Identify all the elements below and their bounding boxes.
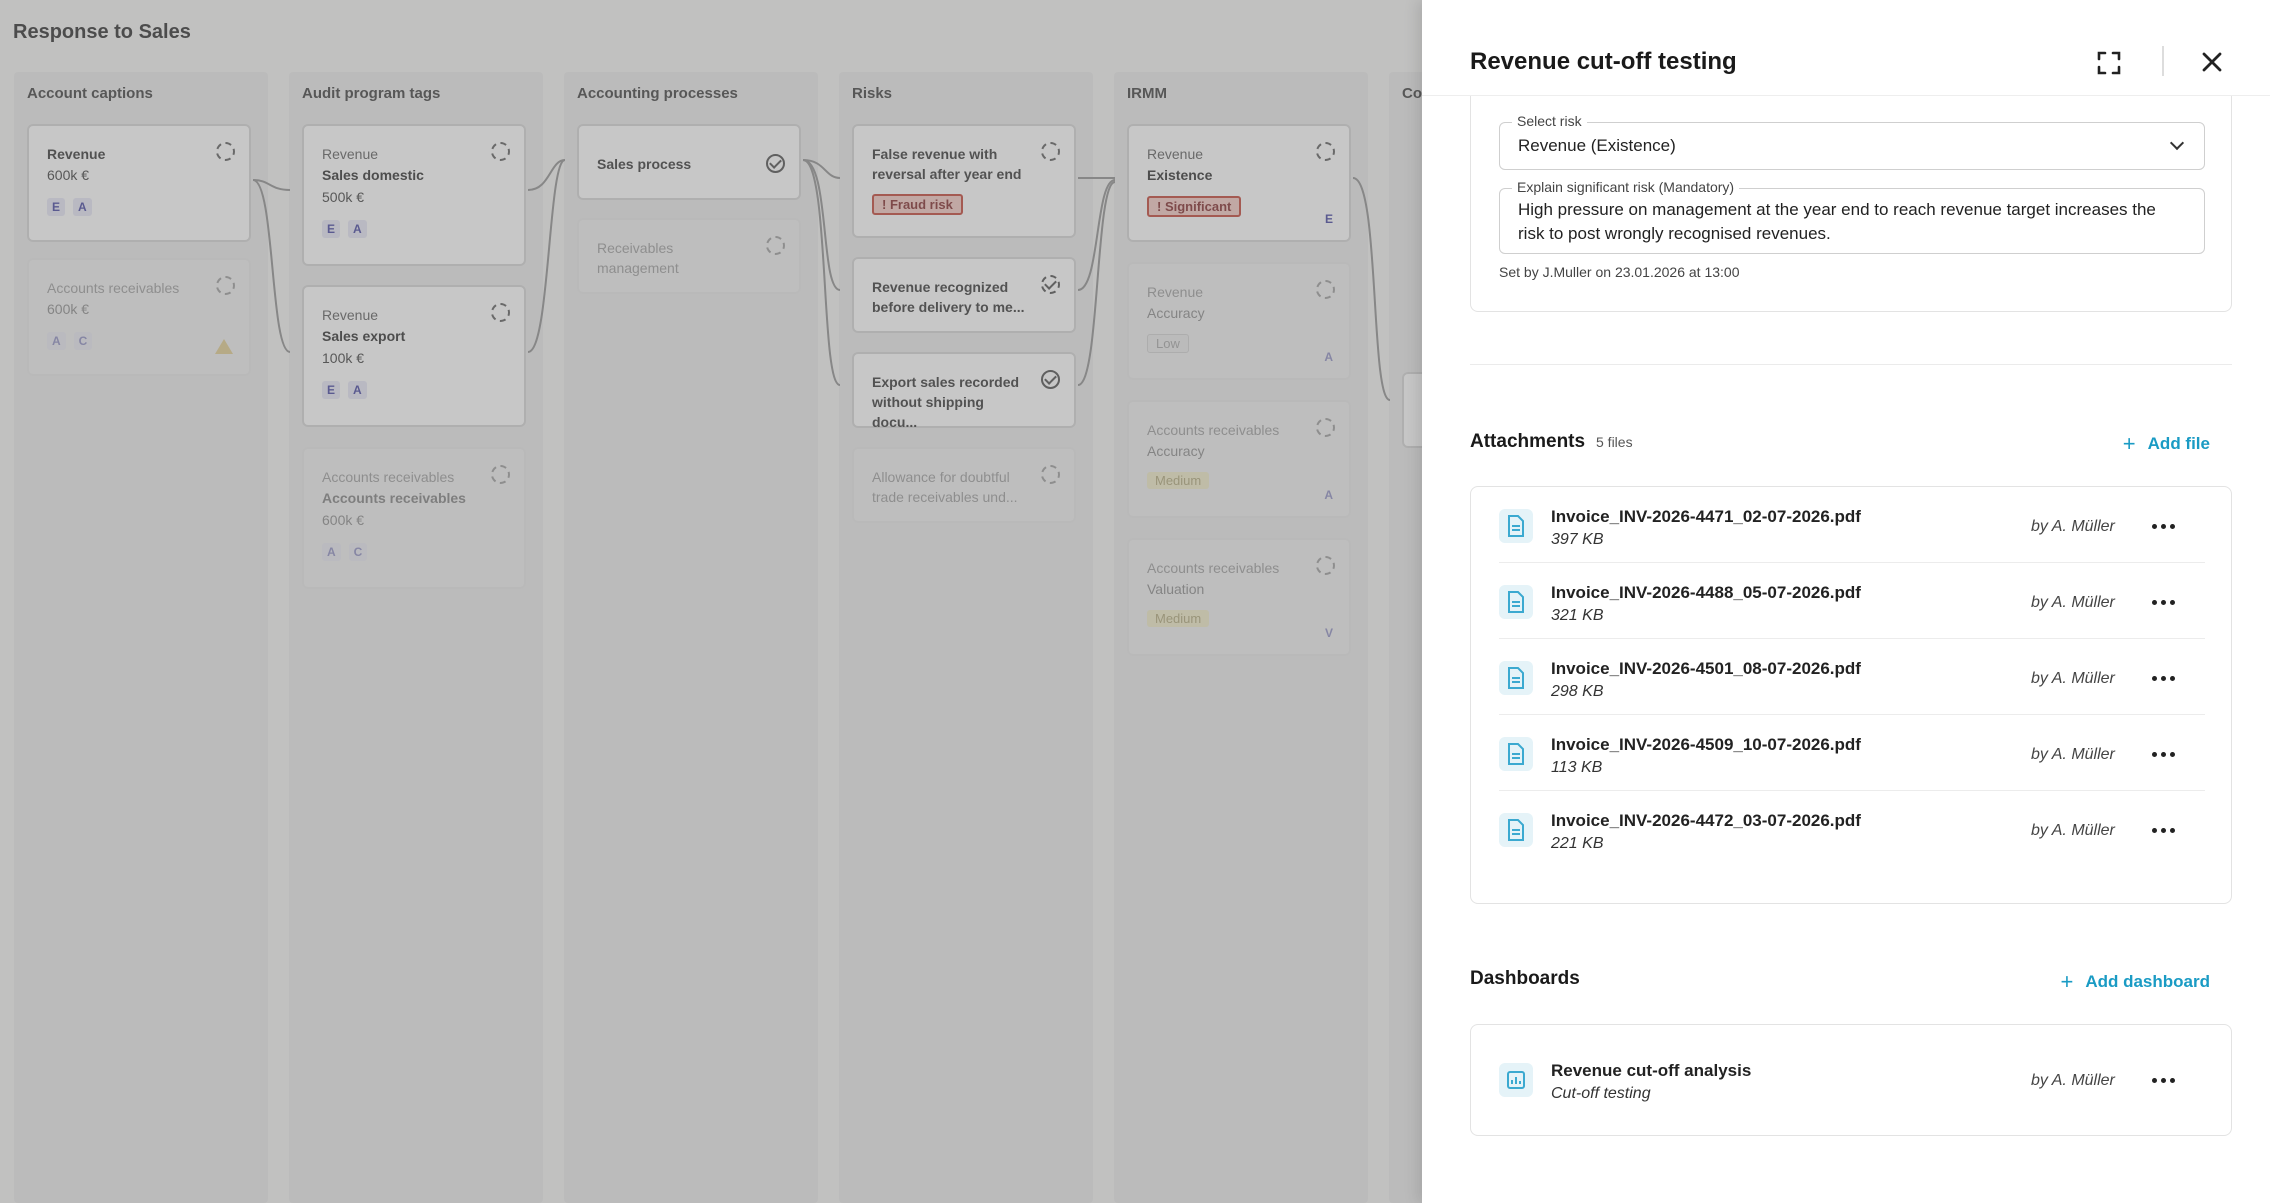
select-risk-label: Select risk <box>1512 113 1587 129</box>
chart-icon <box>1499 1063 1533 1097</box>
attachments-count: 5 files <box>1596 434 1633 450</box>
detail-panel: Revenue cut-off testing Select risk Reve… <box>1422 0 2270 1203</box>
attachment-size: 321 KB <box>1551 607 1604 624</box>
attachment-row[interactable]: Invoice_INV-2026-4472_03-07-2026.pdf 221… <box>1499 791 2205 867</box>
more-options-icon[interactable] <box>2151 593 2177 611</box>
file-icon <box>1499 585 1533 619</box>
more-options-icon[interactable] <box>2151 1071 2177 1089</box>
dashboards-list: Revenue cut-off analysis Cut-off testing… <box>1470 1024 2232 1136</box>
attachment-author: by A. Müller <box>2031 746 2115 763</box>
attachment-size: 397 KB <box>1551 531 1604 548</box>
add-dashboard-button[interactable]: + Add dashboard <box>2060 967 2210 994</box>
attachment-author: by A. Müller <box>2031 518 2115 535</box>
header-divider <box>2162 46 2164 76</box>
close-icon[interactable] <box>2200 50 2224 74</box>
attachment-name[interactable]: Invoice_INV-2026-4488_05-07-2026.pdf <box>1551 583 1861 603</box>
plus-icon: + <box>2060 969 2074 994</box>
attachment-size: 113 KB <box>1551 759 1603 776</box>
plus-icon: + <box>2122 431 2136 456</box>
attachments-title: Attachments <box>1470 431 1586 452</box>
attachment-row[interactable]: Invoice_INV-2026-4471_02-07-2026.pdf 397… <box>1499 487 2205 563</box>
file-icon <box>1499 509 1533 543</box>
attachment-size: 221 KB <box>1551 835 1604 852</box>
file-icon <box>1499 813 1533 847</box>
section-divider <box>1470 364 2232 365</box>
dashboard-author: by A. Müller <box>2031 1072 2115 1089</box>
attachment-author: by A. Müller <box>2031 594 2115 611</box>
dashboard-name[interactable]: Revenue cut-off analysis <box>1551 1061 1751 1081</box>
attachment-size: 298 KB <box>1551 683 1604 700</box>
attachment-name[interactable]: Invoice_INV-2026-4509_10-07-2026.pdf <box>1551 735 1861 755</box>
attachment-author: by A. Müller <box>2031 822 2115 839</box>
attachment-name[interactable]: Invoice_INV-2026-4471_02-07-2026.pdf <box>1551 507 1861 527</box>
modal-overlay[interactable] <box>0 0 1422 1203</box>
explain-risk-label: Explain significant risk (Mandatory) <box>1512 179 1740 195</box>
explain-risk-value: High pressure on management at the year … <box>1518 200 2156 243</box>
add-dashboard-label: Add dashboard <box>2085 972 2210 991</box>
add-file-label: Add file <box>2147 434 2210 453</box>
expand-icon[interactable] <box>2096 50 2122 76</box>
explain-risk-textarea[interactable]: Explain significant risk (Mandatory) Hig… <box>1499 179 2205 254</box>
attachment-name[interactable]: Invoice_INV-2026-4472_03-07-2026.pdf <box>1551 811 1861 831</box>
more-options-icon[interactable] <box>2151 821 2177 839</box>
more-options-icon[interactable] <box>2151 745 2177 763</box>
more-options-icon[interactable] <box>2151 669 2177 687</box>
file-icon <box>1499 737 1533 771</box>
dashboard-subtitle: Cut-off testing <box>1551 1085 1651 1102</box>
dashboard-row[interactable]: Revenue cut-off analysis Cut-off testing… <box>1499 1041 2205 1117</box>
more-options-icon[interactable] <box>2151 517 2177 535</box>
attachment-row[interactable]: Invoice_INV-2026-4501_08-07-2026.pdf 298… <box>1499 639 2205 715</box>
attachment-name[interactable]: Invoice_INV-2026-4501_08-07-2026.pdf <box>1551 659 1861 679</box>
set-by-info: Set by J.Muller on 23.01.2026 at 13:00 <box>1499 264 1740 280</box>
risk-section: Select risk Revenue (Existence) Explain … <box>1470 96 2232 312</box>
attachment-row[interactable]: Invoice_INV-2026-4488_05-07-2026.pdf 321… <box>1499 563 2205 639</box>
attachments-list: Invoice_INV-2026-4471_02-07-2026.pdf 397… <box>1470 486 2232 904</box>
add-file-button[interactable]: + Add file <box>2122 429 2210 456</box>
select-risk-dropdown[interactable]: Select risk Revenue (Existence) <box>1499 113 2205 170</box>
select-risk-value: Revenue (Existence) <box>1518 136 1676 155</box>
attachment-row[interactable]: Invoice_INV-2026-4509_10-07-2026.pdf 113… <box>1499 715 2205 791</box>
process-board: Response to Sales Account captions Reven… <box>0 0 1422 1203</box>
file-icon <box>1499 661 1533 695</box>
dashboards-title: Dashboards <box>1470 968 1580 989</box>
chevron-down-icon <box>2169 135 2185 151</box>
panel-title: Revenue cut-off testing <box>1470 48 1737 75</box>
attachment-author: by A. Müller <box>2031 670 2115 687</box>
